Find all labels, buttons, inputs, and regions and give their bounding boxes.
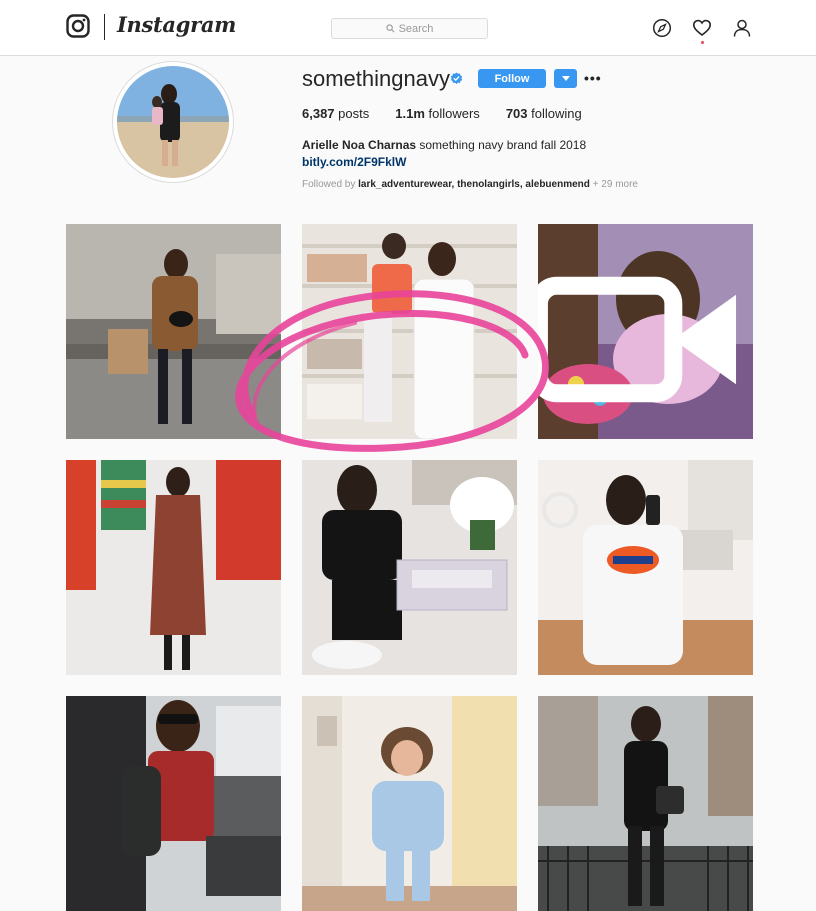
followed-by-more[interactable]: + 29 more	[590, 179, 638, 190]
post-image	[302, 696, 517, 911]
profile-username: somethingnavy	[302, 66, 450, 91]
post-image	[66, 460, 281, 675]
post-tile[interactable]	[302, 460, 517, 675]
post-tile[interactable]	[538, 460, 753, 675]
post-tile-video[interactable]	[538, 224, 753, 439]
followed-by-line: Followed by lark_adventurewear, thenolan…	[302, 179, 638, 190]
bio-link[interactable]: bitly.com/2F9FklW	[302, 155, 406, 169]
more-options-button[interactable]: •••	[584, 70, 602, 86]
followers-count[interactable]: 1.1m followers	[395, 106, 480, 121]
bio-text: something navy brand fall 2018	[416, 138, 587, 152]
post-image	[66, 224, 281, 439]
post-tile[interactable]	[538, 696, 753, 911]
instagram-wordmark[interactable]: Instagram	[117, 12, 236, 37]
post-image	[66, 696, 281, 911]
video-camera-icon	[538, 276, 737, 403]
post-tile[interactable]	[66, 460, 281, 675]
verified-badge-icon	[450, 72, 463, 84]
post-image	[538, 696, 753, 911]
profile-bio: Arielle Noa Charnas something navy brand…	[302, 138, 586, 152]
suggestions-dropdown-button[interactable]	[554, 69, 577, 88]
followed-by-users[interactable]: lark_adventurewear, thenolangirls, alebu…	[358, 179, 590, 190]
followed-by-prefix: Followed by	[302, 179, 359, 190]
stat-value: 703	[505, 106, 528, 121]
follow-button[interactable]: Follow	[478, 69, 546, 88]
post-image	[302, 224, 517, 439]
post-tile[interactable]	[302, 224, 517, 439]
search-input[interactable]: Search	[331, 18, 488, 39]
logo-divider	[104, 14, 105, 40]
post-tile[interactable]	[66, 696, 281, 911]
stat-label: posts	[338, 106, 370, 121]
following-count[interactable]: 703 following	[506, 106, 582, 121]
top-navigation-bar: Instagram Search	[0, 0, 816, 56]
instagram-glyph-icon[interactable]	[66, 14, 90, 38]
stat-label: followers	[428, 106, 480, 121]
stat-label: following	[531, 106, 582, 121]
post-tile[interactable]	[302, 696, 517, 911]
search-placeholder: Search	[398, 22, 434, 35]
notification-dot	[701, 41, 704, 44]
heart-icon[interactable]	[692, 18, 712, 38]
stat-value: 6,387	[302, 106, 335, 121]
search-icon	[385, 24, 395, 33]
bio-full-name: Arielle Noa Charnas	[302, 138, 417, 152]
post-image	[538, 460, 753, 675]
post-tile[interactable]	[66, 224, 281, 439]
profile-avatar[interactable]	[112, 61, 234, 183]
posts-count: 6,387 posts	[302, 106, 369, 121]
stat-value: 1.1m	[395, 106, 425, 121]
chevron-down-icon	[561, 75, 570, 81]
post-image	[302, 460, 517, 675]
profile-stats: 6,387 posts 1.1m followers 703 following	[302, 106, 608, 121]
explore-compass-icon[interactable]	[652, 18, 672, 38]
avatar-photo	[117, 66, 229, 178]
profile-icon[interactable]	[732, 18, 752, 38]
